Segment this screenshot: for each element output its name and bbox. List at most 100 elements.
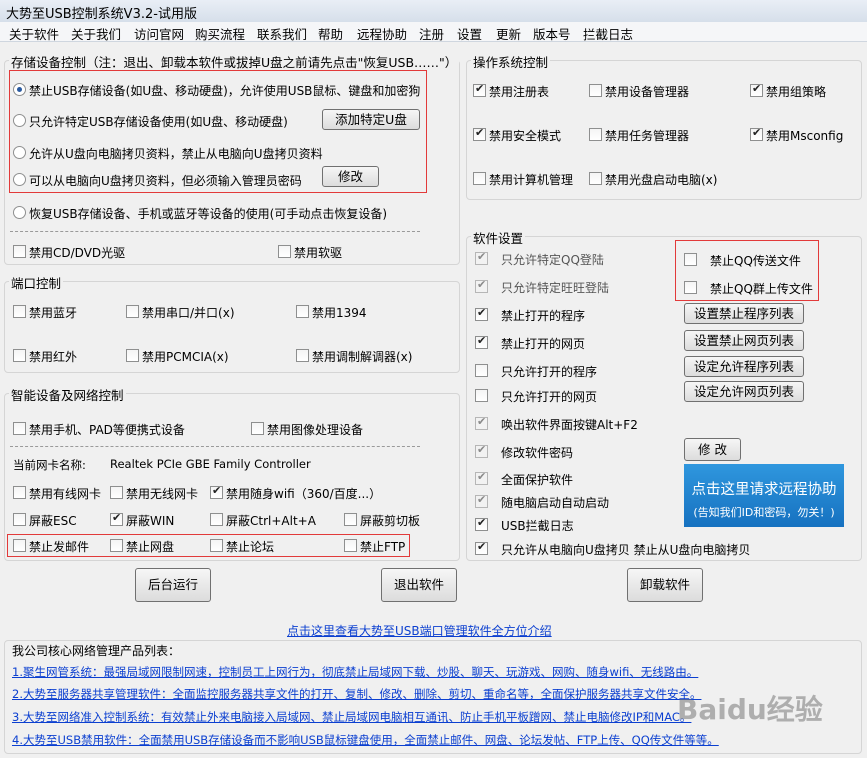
- menu-register[interactable]: 注册: [419, 24, 444, 43]
- baidu-watermark: Baidu经验: [677, 693, 823, 726]
- opt-pc-to-u-label: 可以从电脑向U盘拷贝资料，但必须输入管理员密码: [29, 174, 302, 188]
- check-wireless[interactable]: [110, 486, 123, 499]
- block-web-list-button[interactable]: 设置禁止网页列表: [684, 330, 804, 351]
- password-label: 修改软件密码: [501, 446, 574, 460]
- check-block-web[interactable]: [475, 334, 488, 349]
- check-ww-only[interactable]: [475, 278, 488, 293]
- menu-about-us[interactable]: 关于我们: [71, 24, 121, 43]
- check-modem[interactable]: [296, 349, 309, 362]
- check-clipboard[interactable]: [344, 513, 357, 526]
- check-cdboot[interactable]: [589, 172, 602, 185]
- remote-assist-button[interactable]: 点击这里请求远程协助 (告知我们ID和密码，勿关！): [684, 464, 844, 527]
- exit-button[interactable]: 退出软件: [381, 568, 457, 602]
- check-forum[interactable]: [210, 539, 223, 552]
- uninstall-button[interactable]: 卸载软件: [627, 568, 703, 602]
- check-password[interactable]: [475, 443, 488, 458]
- check-email[interactable]: [13, 539, 26, 552]
- menu-help[interactable]: 帮助: [318, 24, 343, 43]
- check-cd[interactable]: [13, 245, 26, 258]
- product-link[interactable]: 3.大势至网络准入控制系统：有效禁止外来电脑接入局域网、禁止局域网电脑相互通讯、…: [12, 709, 691, 725]
- window-title: 大势至USB控制系统V3.2-试用版: [0, 0, 867, 22]
- forum-label: 禁止论坛: [226, 540, 275, 554]
- add-usb-button[interactable]: 添加特定U盘: [322, 109, 420, 130]
- cd-label: 禁用CD/DVD光驱: [29, 246, 126, 260]
- allow-prog-list-button[interactable]: 设定允许程序列表: [684, 356, 804, 377]
- check-qq-only[interactable]: [475, 250, 488, 265]
- check-block-prog[interactable]: [475, 306, 488, 321]
- check-protect[interactable]: [475, 470, 488, 485]
- msconfig-label: 禁用Msconfig: [766, 129, 844, 143]
- check-hotkey[interactable]: [475, 415, 488, 430]
- check-win[interactable]: [110, 511, 123, 526]
- menu-block-log[interactable]: 拦截日志: [583, 24, 633, 43]
- check-wifi[interactable]: [210, 484, 223, 499]
- check-msconfig[interactable]: [750, 126, 763, 141]
- allow-web-list-button[interactable]: 设定允许网页列表: [684, 381, 804, 402]
- check-safemode[interactable]: [473, 126, 486, 141]
- radio-u-to-pc[interactable]: [13, 146, 26, 159]
- check-devmgr[interactable]: [589, 84, 602, 97]
- check-gpedit[interactable]: [750, 82, 763, 97]
- pcmcia-label: 禁用PCMCIA(x): [142, 350, 229, 364]
- check-qq-group[interactable]: [684, 281, 697, 294]
- check-1394[interactable]: [296, 305, 309, 318]
- radio-pc-to-u[interactable]: [13, 173, 26, 186]
- divider: [10, 446, 420, 447]
- check-qq-file[interactable]: [684, 253, 697, 266]
- ftp-label: 禁止FTP: [360, 540, 406, 554]
- check-infrared[interactable]: [13, 349, 26, 362]
- menu-about-software[interactable]: 关于软件: [9, 24, 59, 43]
- check-taskmgr[interactable]: [589, 128, 602, 141]
- qq-file-label: 禁止QQ传送文件: [710, 254, 801, 268]
- menu-update[interactable]: 更新: [496, 24, 521, 43]
- block-prog-list-button[interactable]: 设置禁止程序列表: [684, 303, 804, 324]
- check-netdisk[interactable]: [110, 539, 123, 552]
- check-ftp[interactable]: [344, 539, 357, 552]
- check-autostart[interactable]: [475, 493, 488, 508]
- devmgr-label: 禁用设备管理器: [605, 85, 690, 99]
- check-bluetooth[interactable]: [13, 305, 26, 318]
- radio-block-usb[interactable]: [13, 83, 26, 96]
- check-phone[interactable]: [13, 422, 26, 435]
- menu-remote[interactable]: 远程协助: [357, 24, 407, 43]
- products-title: 我公司核心网络管理产品列表：: [12, 644, 181, 658]
- safemode-label: 禁用安全模式: [489, 129, 562, 143]
- allow-prog-label: 只允许打开的程序: [501, 365, 598, 379]
- product-link[interactable]: 4.大势至USB禁用软件：全面禁用USB存储设备而不影响USB鼠标键盘使用，全面…: [12, 732, 719, 748]
- check-wired[interactable]: [13, 486, 26, 499]
- product-link[interactable]: 1.聚生网管系统：最强局域网限制网速，控制员工上网行为，彻底禁止局域网下载、炒股…: [12, 664, 698, 680]
- check-usblog[interactable]: [475, 516, 488, 531]
- intro-link[interactable]: 点击这里查看大势至USB端口管理软件全方位介绍: [287, 622, 552, 639]
- check-allow-web[interactable]: [475, 389, 488, 402]
- ww-only-label: 只允许特定旺旺登陆: [501, 281, 610, 295]
- qq-group-label: 禁止QQ群上传文件: [710, 282, 813, 296]
- menu-purchase[interactable]: 购买流程: [195, 24, 245, 43]
- usblog-label: USB拦截日志: [501, 519, 574, 533]
- ctrl-alt-a-label: 屏蔽Ctrl+Alt+A: [226, 514, 316, 528]
- menu-settings[interactable]: 设置: [457, 24, 482, 43]
- check-regedit[interactable]: [473, 82, 486, 97]
- check-imaging[interactable]: [251, 422, 264, 435]
- product-link[interactable]: 2.大势至服务器共享管理软件：全面监控服务器共享文件的打开、复制、修改、删除、剪…: [12, 686, 701, 702]
- protect-label: 全面保护软件: [501, 473, 574, 487]
- check-esc[interactable]: [13, 513, 26, 526]
- nic-name: Realtek PCIe GBE Family Controller: [110, 457, 311, 471]
- check-u-copy[interactable]: [475, 540, 488, 555]
- menu-website[interactable]: 访问官网: [134, 24, 184, 43]
- check-serial[interactable]: [126, 305, 139, 318]
- check-ctrl-alt-a[interactable]: [210, 513, 223, 526]
- modify-password-button[interactable]: 修改: [322, 166, 379, 187]
- storage-legend: 存储设备控制（注：退出、卸载本软件或拔掉U盘之前请先点击"恢复USB……"）: [9, 52, 460, 71]
- serial-label: 禁用串口/并口(x): [142, 306, 235, 320]
- check-floppy[interactable]: [278, 245, 291, 258]
- menu-version[interactable]: 版本号: [533, 24, 571, 43]
- check-compmgmt[interactable]: [473, 172, 486, 185]
- radio-specific-usb[interactable]: [13, 114, 26, 127]
- check-allow-prog[interactable]: [475, 364, 488, 377]
- regedit-label: 禁用注册表: [489, 85, 550, 99]
- background-run-button[interactable]: 后台运行: [135, 568, 211, 602]
- change-password-button[interactable]: 修 改: [684, 438, 741, 461]
- menu-contact[interactable]: 联系我们: [257, 24, 307, 43]
- check-pcmcia[interactable]: [126, 349, 139, 362]
- radio-restore[interactable]: [13, 206, 26, 219]
